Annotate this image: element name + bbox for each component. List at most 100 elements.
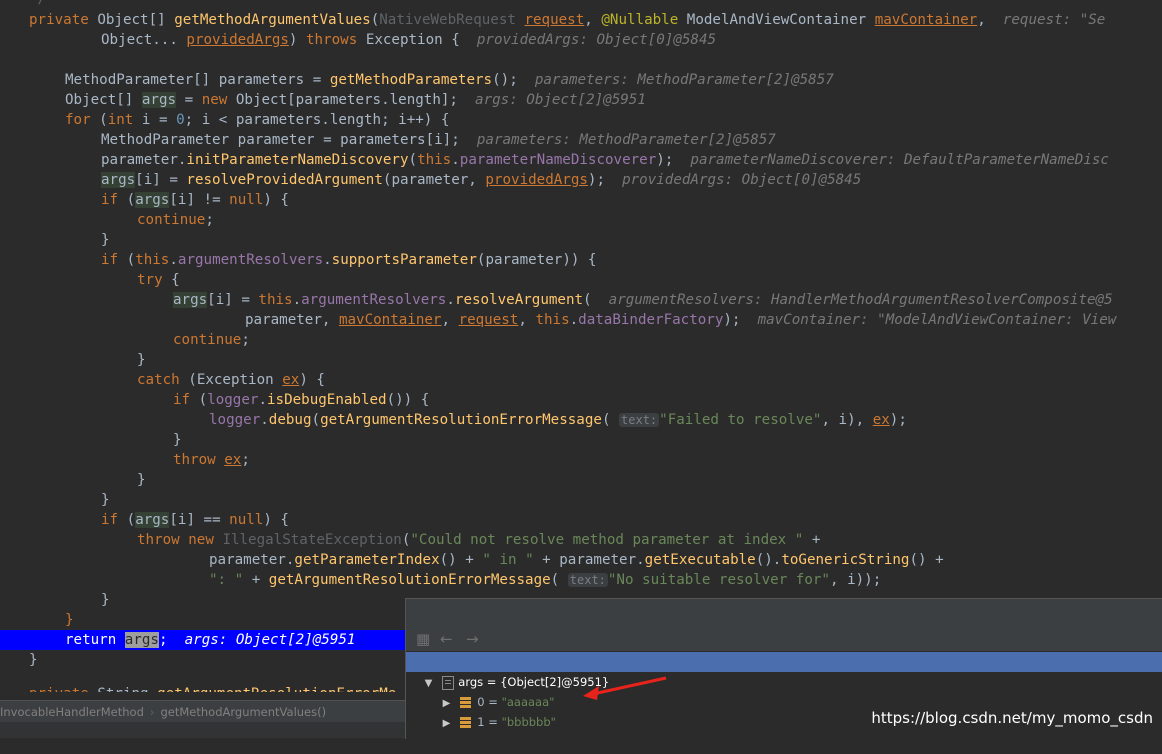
expression: , i), (821, 412, 873, 428)
code-line[interactable]: } (137, 350, 146, 370)
code-line[interactable]: } (101, 590, 110, 610)
argument: parameter, (391, 172, 486, 188)
code-line[interactable]: if (args[i] == null) { (101, 510, 289, 530)
code-line[interactable]: throw ex; (173, 450, 250, 470)
object: parameter. (209, 552, 295, 568)
param: request (524, 12, 585, 28)
keyword: if (101, 192, 119, 208)
method-call: toGenericString (781, 552, 910, 568)
keyword: null (229, 512, 264, 528)
element-value: "bbbbbb" (501, 715, 556, 729)
red-arrow-annotation (583, 676, 667, 700)
code-line-signature[interactable]: private Object[] getMethodArgumentValues… (29, 10, 1105, 30)
brace: { (440, 112, 450, 128)
keyword: try (137, 272, 163, 288)
inline-debug-hint: providedArgs: Object[0]@5845 (622, 172, 862, 188)
code-line[interactable]: if (logger.isDebugEnabled()) { (173, 390, 429, 410)
annotation: @Nullable (601, 12, 679, 28)
expression: [i] == (169, 512, 230, 528)
type: String (97, 686, 148, 692)
code-line[interactable]: logger.debug(getArgumentResolutionErrorM… (209, 410, 907, 430)
keyword: throw (173, 452, 216, 468)
code-line[interactable]: } (29, 650, 38, 670)
code-line[interactable]: if (args[i] != null) { (101, 190, 289, 210)
method-call: resolveArgument (454, 292, 584, 308)
back-arrow-icon[interactable]: ← (440, 627, 453, 651)
expand-right-icon[interactable]: ▶ (443, 714, 457, 734)
number: 0 (176, 112, 185, 128)
string-literal: "No suitable resolver for" (607, 572, 830, 588)
code-line[interactable]: ": " + getArgumentResolutionErrorMessage… (209, 570, 881, 590)
type: NativeWebRequest (379, 12, 516, 28)
keyword: continue (137, 212, 206, 228)
code-line[interactable]: } (137, 470, 146, 490)
keyword: private (29, 686, 89, 692)
code-line[interactable]: continue; (173, 330, 250, 350)
keyword: return (65, 632, 117, 648)
code-line[interactable]: } (101, 230, 110, 250)
variable-row-args[interactable]: ▼ args = {Object[2]@5951} (406, 652, 1162, 690)
breadcrumb-class[interactable]: InvocableHandlerMethod (0, 705, 144, 719)
code-editor[interactable]: */ private Object[] getMethodArgumentVal… (0, 0, 1162, 692)
type: Exception (196, 372, 274, 388)
breadcrumb[interactable]: InvocableHandlerMethod › getMethodArgument… (0, 700, 405, 723)
field-icon (460, 717, 472, 728)
method-call: debug (268, 412, 312, 428)
expression: parameters.length (295, 92, 441, 108)
field: logger (209, 412, 261, 428)
variable: ex (872, 412, 890, 428)
keyword: throws (306, 32, 358, 48)
code-line[interactable]: Object[] args = new Object[parameters.le… (65, 90, 646, 110)
breadcrumb-method[interactable]: getMethodArgumentValues() (160, 705, 326, 719)
code-line[interactable]: } (65, 610, 74, 630)
field: argumentResolvers (177, 252, 324, 268)
debug-toolbar: ▦ ← → (406, 627, 1162, 651)
variable: args (141, 92, 177, 108)
argument: mavContainer (338, 312, 442, 328)
code-line[interactable]: } (173, 430, 182, 450)
code-line[interactable]: catch (Exception ex) { (137, 370, 325, 390)
forward-arrow-icon[interactable]: → (466, 627, 479, 651)
argument: parameter (485, 252, 563, 268)
type: ModelAndViewContainer (686, 12, 867, 28)
object: parameter. (559, 552, 645, 568)
code-line[interactable]: throw new IllegalStateException("Could n… (137, 530, 820, 550)
code-line[interactable]: MethodParameter[] parameters = getMethod… (65, 70, 834, 90)
code-line[interactable]: args[i] = resolveProvidedArgument(parame… (101, 170, 861, 190)
method-call: initParameterNameDiscovery (186, 152, 409, 168)
method-name: getArgumentResolutionErrorMe (157, 686, 396, 692)
code-line[interactable]: MethodParameter parameter = parameters[i… (101, 130, 776, 150)
code-line[interactable]: try { (137, 270, 180, 290)
code-line[interactable]: } (101, 490, 110, 510)
type: IllegalStateException (222, 532, 402, 548)
variable-row-element[interactable]: ▶ 0 = "aaaaaa" (406, 672, 1162, 709)
watches-icon[interactable]: ▦ (416, 627, 430, 651)
code-line[interactable]: continue; (137, 210, 214, 230)
type: Object[] (65, 92, 134, 108)
method-call: getExecutable (644, 552, 756, 568)
code-line[interactable]: for (int i = 0; i < parameters.length; i… (65, 110, 449, 130)
keyword: int (107, 112, 134, 128)
inline-debug-hint: mavContainer: "ModelAndViewContainer: Vi… (757, 312, 1117, 328)
code-line[interactable]: parameter, mavContainer, request, this.d… (245, 310, 1116, 330)
code-line[interactable]: private String getArgumentResolutionErro… (29, 684, 396, 692)
debug-variables-panel[interactable]: ▦ ← → ▼ args = {Object[2]@5951} ▶ 0 = "a… (405, 598, 1162, 739)
code-line-current[interactable]: return args; args: Object[2]@5951 (65, 630, 355, 650)
expression: ; i < parameters.length; i++ (184, 112, 424, 128)
code-line[interactable]: parameter.getParameterIndex() + " in " +… (209, 550, 944, 570)
keyword: new (201, 92, 228, 108)
keyword: this (258, 292, 293, 308)
code-line[interactable]: args[i] = this.argumentResolvers.resolve… (173, 290, 1113, 310)
parameter-hint: text: (619, 413, 660, 427)
code-line[interactable]: if (this.argumentResolvers.supportsParam… (101, 250, 596, 270)
field: parameterNameDiscoverer (459, 152, 657, 168)
element-index: 1 (477, 715, 485, 729)
method-call: getArgumentResolutionErrorMessage (320, 412, 602, 428)
argument: request (458, 312, 519, 328)
inline-debug-hint: request: "Se (1002, 12, 1106, 28)
param: providedArgs (186, 32, 289, 48)
keyword: if (101, 512, 119, 528)
code-line[interactable]: parameter.initParameterNameDiscovery(thi… (101, 150, 1109, 170)
variable: args (101, 172, 136, 188)
code-line[interactable]: Object... providedArgs) throws Exception… (101, 30, 716, 50)
